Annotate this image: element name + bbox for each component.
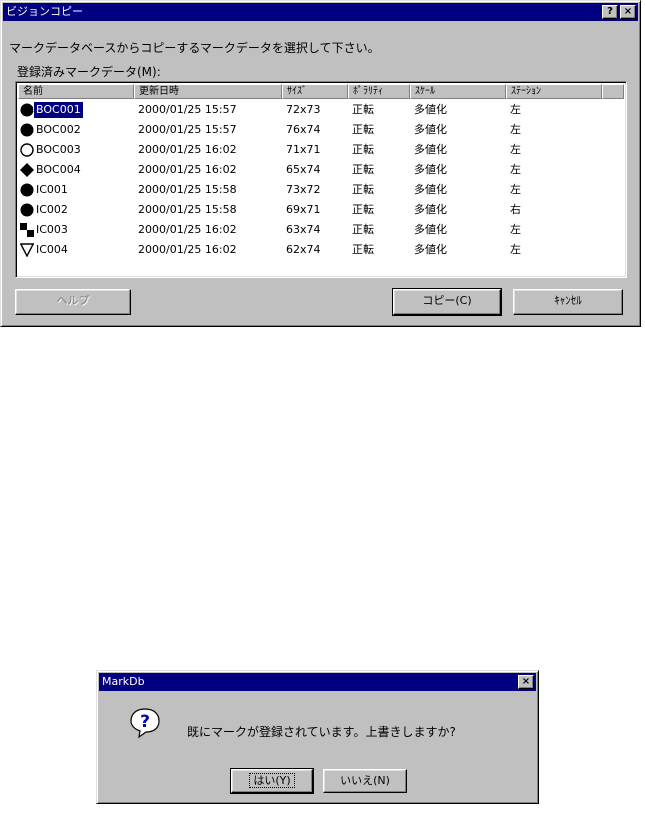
title-bar: MarkDb × bbox=[99, 673, 536, 691]
question-icon: ? bbox=[130, 708, 160, 739]
column-header-polarity[interactable]: ﾎﾟﾗﾘﾃｨ bbox=[348, 84, 410, 99]
circle-filled-icon bbox=[20, 123, 34, 137]
cell-date: 2000/01/25 15:58 bbox=[138, 203, 237, 216]
vision-copy-dialog: ビジョンコピー ? × マークデータベースからコピーするマークデータを選択して下… bbox=[0, 0, 641, 327]
cancel-button[interactable]: ｷｬﾝｾﾙ bbox=[513, 289, 623, 315]
cell-station: 右 bbox=[510, 203, 521, 216]
cell-station: 左 bbox=[510, 143, 521, 156]
cell-polarity: 正転 bbox=[352, 203, 374, 216]
cell-name: IC004 bbox=[36, 243, 68, 256]
cell-polarity: 正転 bbox=[352, 243, 374, 256]
cell-polarity: 正転 bbox=[352, 123, 374, 136]
no-button[interactable]: いいえ(N) bbox=[323, 769, 407, 793]
cell-date: 2000/01/25 16:02 bbox=[138, 163, 237, 176]
circle-filled-icon bbox=[20, 183, 34, 197]
cell-polarity: 正転 bbox=[352, 163, 374, 176]
cell-station: 左 bbox=[510, 163, 521, 176]
circle-filled-icon bbox=[20, 103, 34, 117]
cell-size: 65x74 bbox=[286, 163, 321, 176]
copy-button[interactable]: コピー(C) bbox=[392, 288, 502, 316]
cell-date: 2000/01/25 16:02 bbox=[138, 243, 237, 256]
cell-name: IC002 bbox=[36, 203, 68, 216]
cell-station: 左 bbox=[510, 123, 521, 136]
column-header-name[interactable]: 名前 bbox=[18, 84, 134, 99]
close-icon: × bbox=[623, 6, 633, 17]
checker-square-icon bbox=[20, 223, 34, 237]
confirm-message: 既にマークが登録されています。上書きしますか? bbox=[187, 725, 456, 739]
cell-polarity: 正転 bbox=[352, 103, 374, 116]
list-item[interactable]: BOC002 2000/01/25 15:57 76x74 正転 多値化 左 bbox=[18, 122, 624, 138]
title-bar: ビジョンコピー ? × bbox=[3, 3, 638, 21]
cell-scale: 多値化 bbox=[414, 183, 447, 196]
triangle-down-outline-icon bbox=[20, 243, 34, 257]
list-item[interactable]: BOC004 2000/01/25 16:02 65x74 正転 多値化 左 bbox=[18, 162, 624, 178]
no-button-label: いいえ(N) bbox=[340, 774, 390, 787]
cell-size: 63x74 bbox=[286, 223, 321, 236]
cell-scale: 多値化 bbox=[414, 123, 447, 136]
cell-polarity: 正転 bbox=[352, 143, 374, 156]
mark-data-list[interactable]: 名前 更新日時 ｻｲｽﾞ ﾎﾟﾗﾘﾃｨ ｽｹｰﾙ ｽﾃｰｼｮﾝ BOC001 20… bbox=[15, 81, 627, 278]
cell-polarity: 正転 bbox=[352, 183, 374, 196]
cell-name: IC003 bbox=[36, 223, 68, 236]
window-title: MarkDb bbox=[102, 675, 145, 688]
cell-size: 69x71 bbox=[286, 203, 321, 216]
list-item[interactable]: IC001 2000/01/25 15:58 73x72 正転 多値化 左 bbox=[18, 182, 624, 198]
cell-station: 左 bbox=[510, 103, 521, 116]
list-item[interactable]: IC002 2000/01/25 15:58 69x71 正転 多値化 右 bbox=[18, 202, 624, 218]
diamond-filled-icon bbox=[20, 163, 34, 177]
column-header-date[interactable]: 更新日時 bbox=[134, 84, 282, 99]
yes-button-label: はい(Y) bbox=[249, 773, 295, 788]
cell-date: 2000/01/25 16:02 bbox=[138, 143, 237, 156]
cell-date: 2000/01/25 15:57 bbox=[138, 103, 237, 116]
cell-scale: 多値化 bbox=[414, 103, 447, 116]
question-icon: ? bbox=[607, 6, 613, 17]
cell-scale: 多値化 bbox=[414, 163, 447, 176]
cell-station: 左 bbox=[510, 183, 521, 196]
list-item[interactable]: IC004 2000/01/25 16:02 62x74 正転 多値化 左 bbox=[18, 242, 624, 258]
circle-outline-icon bbox=[20, 143, 34, 157]
cell-size: 71x71 bbox=[286, 143, 321, 156]
yes-button[interactable]: はい(Y) bbox=[230, 768, 314, 794]
column-header-scale[interactable]: ｽｹｰﾙ bbox=[410, 84, 506, 99]
cell-size: 62x74 bbox=[286, 243, 321, 256]
cell-polarity: 正転 bbox=[352, 223, 374, 236]
circle-filled-icon bbox=[20, 203, 34, 217]
cell-scale: 多値化 bbox=[414, 243, 447, 256]
close-icon: × bbox=[521, 676, 531, 687]
help-button[interactable]: ヘルプ bbox=[15, 289, 131, 315]
list-item[interactable]: IC003 2000/01/25 16:02 63x74 正転 多値化 左 bbox=[18, 222, 624, 238]
question-glyph: ? bbox=[140, 712, 150, 732]
cell-size: 76x74 bbox=[286, 123, 321, 136]
cell-size: 73x72 bbox=[286, 183, 321, 196]
cell-date: 2000/01/25 16:02 bbox=[138, 223, 237, 236]
copy-button-label: コピー(C) bbox=[422, 294, 472, 307]
close-button[interactable]: × bbox=[620, 5, 636, 19]
column-header-filler bbox=[602, 84, 624, 99]
cell-name: BOC003 bbox=[36, 143, 81, 156]
cell-scale: 多値化 bbox=[414, 223, 447, 236]
cell-scale: 多値化 bbox=[414, 203, 447, 216]
close-button[interactable]: × bbox=[518, 675, 534, 689]
cancel-button-label: ｷｬﾝｾﾙ bbox=[554, 294, 582, 307]
help-button-label: ヘルプ bbox=[56, 294, 90, 307]
cell-name: BOC004 bbox=[36, 163, 81, 176]
window-title: ビジョンコピー bbox=[6, 5, 83, 18]
cell-name: IC001 bbox=[36, 183, 68, 196]
cell-station: 左 bbox=[510, 223, 521, 236]
cell-name: BOC002 bbox=[36, 123, 81, 136]
list-item[interactable]: BOC003 2000/01/25 16:02 71x71 正転 多値化 左 bbox=[18, 142, 624, 158]
markdb-confirm-dialog: MarkDb × ? 既にマークが登録されています。上書きしますか? はい(Y)… bbox=[96, 670, 539, 804]
cell-station: 左 bbox=[510, 243, 521, 256]
column-header-station[interactable]: ｽﾃｰｼｮﾝ bbox=[506, 84, 602, 99]
cell-size: 72x73 bbox=[286, 103, 321, 116]
cell-scale: 多値化 bbox=[414, 143, 447, 156]
instruction-text: マークデータベースからコピーするマークデータを選択して下さい。 bbox=[9, 41, 380, 55]
list-label: 登録済みマークデータ(M): bbox=[17, 65, 161, 79]
help-title-button[interactable]: ? bbox=[602, 5, 618, 19]
cell-date: 2000/01/25 15:57 bbox=[138, 123, 237, 136]
list-item[interactable]: BOC001 2000/01/25 15:57 72x73 正転 多値化 左 bbox=[18, 101, 624, 119]
column-header-size[interactable]: ｻｲｽﾞ bbox=[282, 84, 348, 99]
cell-name: BOC001 bbox=[33, 101, 84, 119]
cell-date: 2000/01/25 15:58 bbox=[138, 183, 237, 196]
